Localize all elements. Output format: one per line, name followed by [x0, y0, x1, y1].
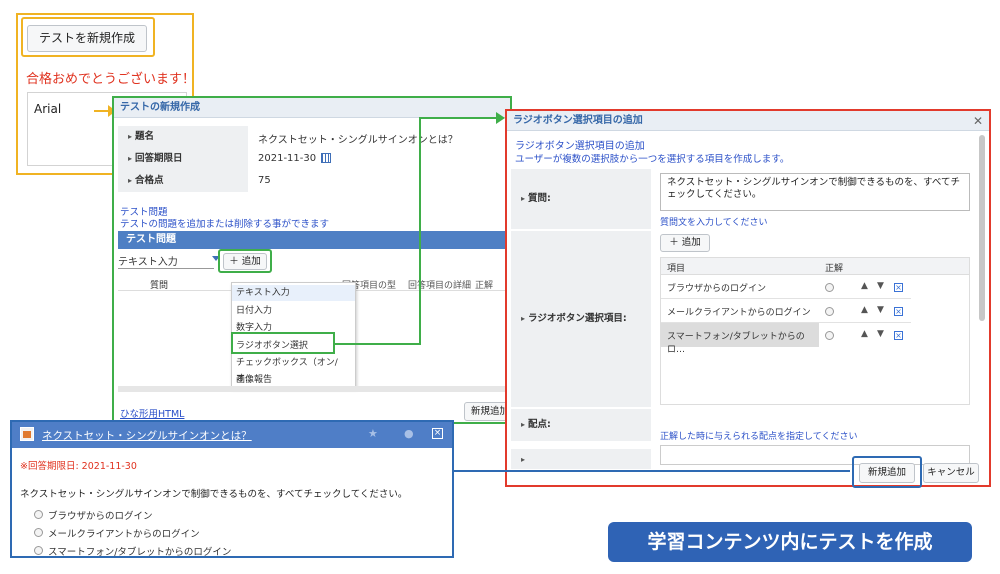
correct-radio[interactable] — [825, 283, 834, 292]
preview-window: ネクストセット・シングルサインオンとは？ ★ ● × ※回答期限日: 2021-… — [10, 420, 454, 558]
close-icon[interactable]: × — [432, 428, 443, 439]
vertical-scrollbar[interactable] — [979, 135, 985, 321]
items-table: 項目 正解 ブラウザからのログイン メールクライアントからのログイン スマートフ… — [660, 257, 970, 405]
col-item: 項目 — [667, 264, 686, 274]
field-label-deadline: 回答期限日 — [118, 148, 248, 170]
radio-items-label: ラジオボタン選択項目: — [511, 231, 651, 407]
option-label: ブラウザからのログイン — [48, 511, 153, 522]
passing-score-input[interactable]: 75 — [258, 175, 271, 186]
section-desc: テストの問題を追加または削除する事ができます — [120, 219, 330, 230]
font-name: Arial — [34, 102, 62, 116]
preview-question: ネクストセット・シングルサインオンで制御できるものを、すべてチェックしてください… — [20, 489, 408, 500]
add-question-button[interactable]: ＋ 追加 — [223, 253, 267, 270]
question-type-select[interactable]: テキスト入力 — [118, 253, 220, 269]
correct-radio[interactable] — [825, 331, 834, 340]
option-radio[interactable] — [34, 528, 43, 537]
cancel-button[interactable]: キャンセル — [923, 463, 979, 483]
preview-title[interactable]: ネクストセット・シングルサインオンとは？ — [42, 428, 252, 443]
col-correct: 正解 — [825, 264, 844, 274]
radio-option-highlight — [231, 332, 335, 354]
preview-deadline: ※回答期限日: 2021-11-30 — [20, 461, 137, 472]
points-label: 配点: — [511, 409, 651, 441]
radio-desc: ユーザーが複数の選択肢から一つを選択する項目を作成します。 — [515, 154, 790, 165]
create-test-button[interactable]: テストを新規作成 — [27, 25, 147, 52]
empty-label-row — [511, 449, 651, 469]
pin-icon[interactable]: ● — [404, 427, 414, 440]
option-label: メールクライアントからのログイン — [48, 529, 200, 540]
horizontal-scrollbar[interactable] — [118, 386, 510, 392]
field-label-title: 題名 — [118, 126, 248, 148]
correct-radio[interactable] — [825, 307, 834, 316]
caption-badge: 学習コンテンツ内にテストを作成 — [608, 522, 972, 562]
dropdown-item[interactable]: 日付入力 — [236, 303, 272, 319]
arrow-up-icon[interactable]: ▲ — [861, 305, 868, 315]
radio-dialog: ラジオボタン選択項目の追加 ✕ ラジオボタン選択項目の追加 ユーザーが複数の選択… — [505, 109, 991, 488]
items-table-header — [661, 258, 969, 275]
item-text: ブラウザからのログイン — [667, 284, 767, 294]
add-item-button[interactable]: ＋ 追加 — [660, 234, 710, 252]
radio-dialog-title: ラジオボタン選択項目の追加 — [507, 111, 989, 131]
dropdown-item[interactable]: テキスト入力 — [232, 285, 355, 301]
points-hint: 正解した時に与えられる配点を指定してください — [660, 432, 858, 442]
item-row[interactable]: メールクライアントからのログイン — [661, 299, 911, 323]
connector-green-v — [419, 118, 421, 345]
question-label: 質問: — [511, 169, 651, 229]
item-text: メールクライアントからのログイン — [667, 308, 811, 318]
radio-heading: ラジオボタン選択項目の追加 — [515, 141, 645, 152]
delete-icon[interactable]: × — [894, 283, 903, 292]
item-row[interactable]: スマートフォン/タブレットからのロ… — [661, 323, 819, 355]
option-radio[interactable] — [34, 546, 43, 555]
calendar-icon[interactable] — [321, 153, 331, 163]
title-input[interactable]: ネクストセット・シングルサインオンとは？ — [258, 131, 458, 146]
option-radio[interactable] — [34, 510, 43, 519]
points-input[interactable] — [660, 445, 970, 465]
arrow-down-icon[interactable]: ▼ — [877, 281, 884, 291]
star-icon[interactable]: ★ — [368, 427, 378, 440]
field-label-passing: 合格点 — [118, 170, 248, 192]
submit-new-button[interactable]: 新規追加 — [859, 463, 915, 483]
arrow-up-icon[interactable]: ▲ — [861, 281, 868, 291]
questions-header: テスト問題 — [118, 231, 510, 249]
close-icon[interactable]: ✕ — [973, 111, 983, 131]
question-hint: 質問文を入力してください — [660, 218, 768, 228]
app-icon — [20, 427, 34, 441]
connector-green-h2 — [419, 117, 497, 119]
question-text: ネクストセット・シングルサインオンで制御できるものを、すべてチェックしてください… — [667, 177, 960, 200]
arrow-head-green — [496, 112, 505, 124]
connector-green-h1 — [333, 343, 420, 345]
arrow-up-icon[interactable]: ▲ — [861, 329, 868, 339]
congrats-message: 合格おめでとうございます！ — [26, 72, 196, 87]
question-type-value: テキスト入力 — [118, 257, 178, 268]
option-label: スマートフォン/タブレットからのログイン — [48, 547, 232, 558]
delete-icon[interactable]: × — [894, 307, 903, 316]
question-textarea[interactable]: ネクストセット・シングルサインオンで制御できるものを、すべてチェックしてください… — [660, 173, 970, 211]
arrow-down-icon[interactable]: ▼ — [877, 329, 884, 339]
item-row[interactable]: ブラウザからのログイン — [661, 275, 911, 299]
item-text: スマートフォン/タブレットからのロ… — [667, 332, 805, 355]
delete-icon[interactable]: × — [894, 331, 903, 340]
template-html-link[interactable]: ひな形用HTML — [120, 406, 184, 420]
arrow-down-icon[interactable]: ▼ — [877, 305, 884, 315]
connector-blue — [430, 470, 850, 472]
deadline-input[interactable]: 2021-11-30 — [258, 153, 316, 164]
new-test-dialog: テストの新規作成 題名 ネクストセット・シングルサインオンとは？ 回答期限日 2… — [112, 96, 516, 424]
dialog-title: テストの新規作成 — [114, 98, 510, 118]
preview-title-bar: ネクストセット・シングルサインオンとは？ ★ ● × — [12, 422, 452, 448]
